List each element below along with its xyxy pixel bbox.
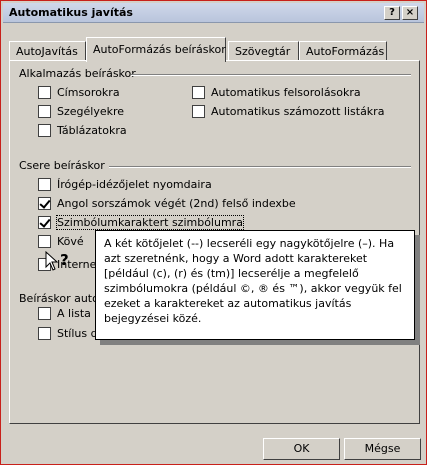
group-divider: [109, 166, 411, 168]
checkbox-symbol-characters[interactable]: Szimbólumkaraktert szimbólumra: [38, 215, 244, 230]
checkbox-box[interactable]: [192, 105, 205, 118]
checkbox-box[interactable]: [38, 307, 51, 320]
tab-autoformat[interactable]: AutoFormázás: [299, 41, 387, 61]
checkbox-auto-bullets[interactable]: Automatikus felsorolásokra: [192, 86, 361, 99]
apply-group-title: Alkalmazás beíráskor: [19, 67, 136, 80]
checkbox-bold-italic[interactable]: Kövé: [38, 235, 84, 248]
cancel-button[interactable]: Mégse: [344, 438, 421, 460]
tooltip-text: A két kötőjelet (--) lecseréli egy nagyk…: [104, 237, 402, 325]
checkbox-tables[interactable]: Táblázatokra: [38, 124, 127, 137]
title-bar: Automatikus javítás ? ×: [3, 3, 424, 23]
help-cursor-icon: ?: [45, 251, 69, 271]
checkbox-box[interactable]: [38, 86, 51, 99]
autocorrect-dialog: Automatikus javítás ? × AutoJavítás Auto…: [0, 0, 427, 465]
checkbox-box[interactable]: [38, 124, 51, 137]
svg-text:?: ?: [60, 251, 69, 269]
tab-autocorrect[interactable]: AutoJavítás: [9, 41, 86, 61]
tab-autoformat-as-you-type[interactable]: AutoFormázás beíráskor: [86, 37, 226, 62]
checkbox-box[interactable]: [38, 327, 51, 340]
checkbox-box[interactable]: [38, 235, 51, 248]
tab-autotext[interactable]: Szövegtár: [228, 41, 299, 61]
checkbox-box[interactable]: [38, 105, 51, 118]
checkbox-box[interactable]: [38, 197, 51, 210]
checkbox-box[interactable]: [192, 86, 205, 99]
window-title: Automatikus javítás: [9, 6, 133, 19]
typing-group-title: Beíráskor auto: [19, 292, 99, 305]
checkbox-box[interactable]: [38, 178, 51, 191]
checkbox-smart-quotes[interactable]: Írógép-idézőjelet nyomdaira: [38, 178, 212, 191]
whats-this-tooltip: A két kötőjelet (--) lecseréli egy nagyk…: [95, 230, 415, 340]
close-button[interactable]: ×: [402, 6, 418, 20]
checkbox-borders[interactable]: Szegélyekre: [38, 105, 124, 118]
ok-button[interactable]: OK: [263, 438, 340, 460]
checkbox-ordinals-superscript[interactable]: Angol sorszámok végét (2nd) felső indexb…: [38, 197, 296, 210]
replace-group-title: Csere beíráskor: [19, 159, 105, 172]
group-divider: [131, 74, 411, 76]
help-button[interactable]: ?: [384, 6, 400, 20]
checkbox-headings[interactable]: Címsorokra: [38, 86, 120, 99]
checkbox-auto-numbered-lists[interactable]: Automatikus számozott listákra: [192, 105, 384, 118]
checkbox-box[interactable]: [38, 216, 51, 229]
